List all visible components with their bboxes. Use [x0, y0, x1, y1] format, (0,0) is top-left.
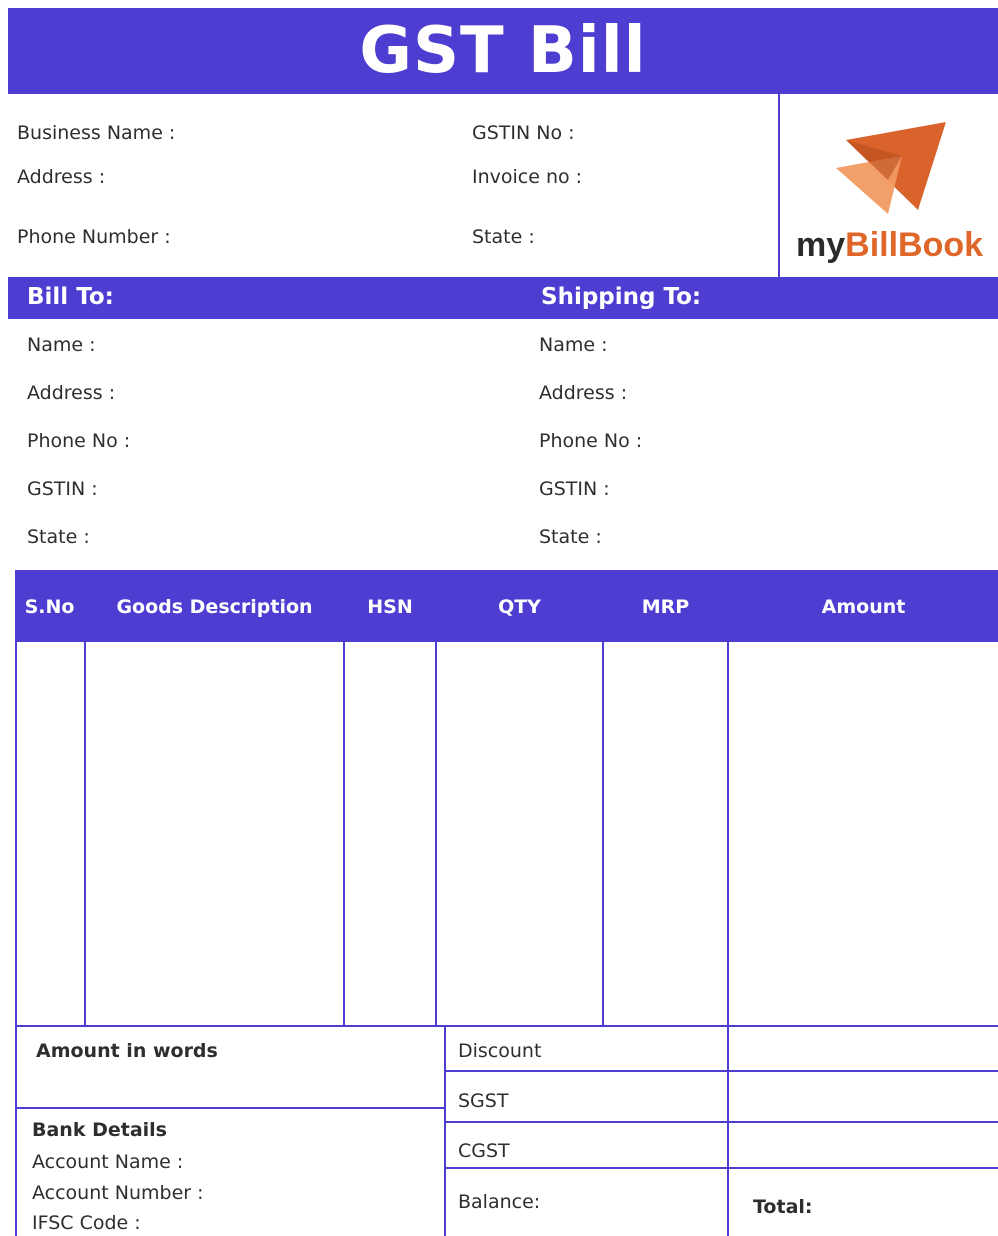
bill-to-name-label: Name : [27, 334, 96, 356]
col-header-hsn: HSN [367, 596, 413, 618]
ship-to-gstin-label: GSTIN : [539, 478, 610, 500]
footer-divider [444, 1025, 446, 1236]
bill-to-state-label: State : [27, 526, 90, 548]
address-section-band [8, 277, 998, 319]
totals-row-line [444, 1070, 998, 1072]
account-name-label: Account Name : [32, 1151, 184, 1173]
logo-wordmark: myBillBook [796, 226, 983, 265]
logo-text-my: my [796, 226, 846, 264]
page-title: GST Bill [359, 14, 647, 88]
totals-divider [727, 1025, 729, 1236]
footer-row-line [15, 1107, 444, 1109]
logo-divider [778, 94, 780, 277]
discount-label: Discount [458, 1040, 542, 1062]
ship-to-state-label: State : [539, 526, 602, 548]
state-label: State : [472, 226, 535, 248]
totals-row-line [444, 1121, 998, 1123]
bank-details-heading: Bank Details [32, 1119, 167, 1141]
bill-to-phone-label: Phone No : [27, 430, 131, 452]
shipping-to-heading: Shipping To: [541, 284, 702, 310]
footer-left-border [15, 1025, 17, 1236]
business-phone-label: Phone Number : [17, 226, 171, 248]
invoice-label: Invoice no : [472, 166, 583, 188]
bill-to-address-label: Address : [27, 382, 116, 404]
bill-to-heading: Bill To: [27, 284, 114, 310]
account-number-label: Account Number : [32, 1182, 204, 1204]
logo-text-billbook: BillBook [845, 226, 984, 264]
ship-to-phone-label: Phone No : [539, 430, 643, 452]
col-header-sno: S.No [24, 596, 75, 618]
bill-to-gstin-label: GSTIN : [27, 478, 98, 500]
col-header-mrp: MRP [641, 596, 690, 618]
col-header-description: Goods Description [116, 596, 313, 618]
brand-logo: myBillBook [790, 110, 998, 270]
total-label: Total: [753, 1196, 813, 1218]
business-name-label: Business Name : [17, 122, 176, 144]
logo-mark-icon [836, 122, 946, 214]
gstin-label: GSTIN No : [472, 122, 575, 144]
balance-label: Balance: [458, 1191, 541, 1213]
business-address-label: Address : [17, 166, 106, 188]
ifsc-code-label: IFSC Code : [32, 1212, 141, 1234]
cgst-label: CGST [458, 1140, 510, 1162]
ship-to-address-label: Address : [539, 382, 628, 404]
amount-in-words-label: Amount in words [36, 1040, 218, 1062]
col-header-amount: Amount [821, 596, 906, 618]
totals-row-line [444, 1167, 998, 1169]
col-header-qty: QTY [498, 596, 541, 618]
ship-to-name-label: Name : [539, 334, 608, 356]
sgst-label: SGST [458, 1090, 509, 1112]
